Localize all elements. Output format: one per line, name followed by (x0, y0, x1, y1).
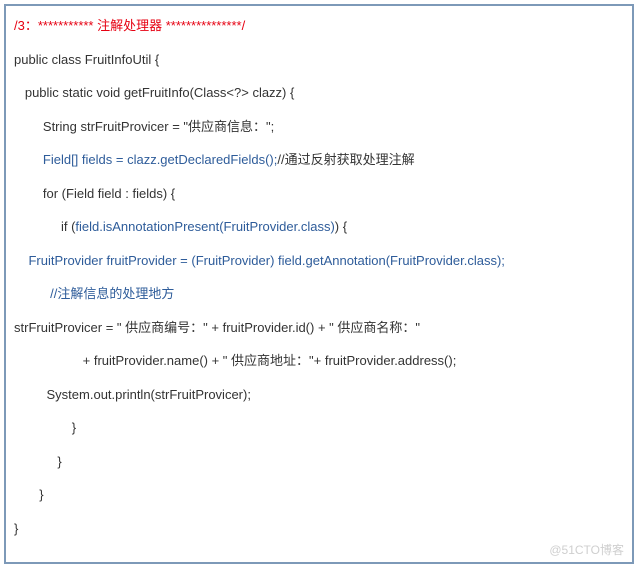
code-line: for (Field field : fields) { (14, 184, 624, 204)
watermark: @51CTO博客 (549, 541, 624, 558)
code-line: } (14, 418, 624, 438)
code-line: //注解信息的处理地方 (14, 284, 624, 304)
code-line: } (14, 452, 624, 472)
code-line: } (14, 485, 624, 505)
code-line: String strFruitProvicer = "供应商信息："; (14, 117, 624, 137)
code-text: field.isAnnotationPresent(FruitProvider.… (75, 219, 334, 234)
code-text: if ( (14, 219, 75, 234)
code-line: if (field.isAnnotationPresent(FruitProvi… (14, 217, 624, 237)
code-text: //通过反射获取处理注解 (277, 152, 414, 167)
code-line: strFruitProvicer = " 供应商编号：" + fruitProv… (14, 318, 624, 338)
code-block: /3：*********** 注解处理器 ***************/ pu… (4, 4, 634, 564)
code-line: public class FruitInfoUtil { (14, 50, 624, 70)
code-line: /3：*********** 注解处理器 ***************/ (14, 16, 624, 36)
code-line: } (14, 519, 624, 539)
code-line: public static void getFruitInfo(Class<?>… (14, 83, 624, 103)
code-line: FruitProvider fruitProvider = (FruitProv… (14, 251, 624, 271)
code-line: Field[] fields = clazz.getDeclaredFields… (14, 150, 624, 170)
code-text: ) { (335, 219, 347, 234)
code-line: System.out.println(strFruitProvicer); (14, 385, 624, 405)
code-line: + fruitProvider.name() + " 供应商地址："+ frui… (14, 351, 624, 371)
code-text: Field[] fields = clazz.getDeclaredFields… (14, 152, 277, 167)
